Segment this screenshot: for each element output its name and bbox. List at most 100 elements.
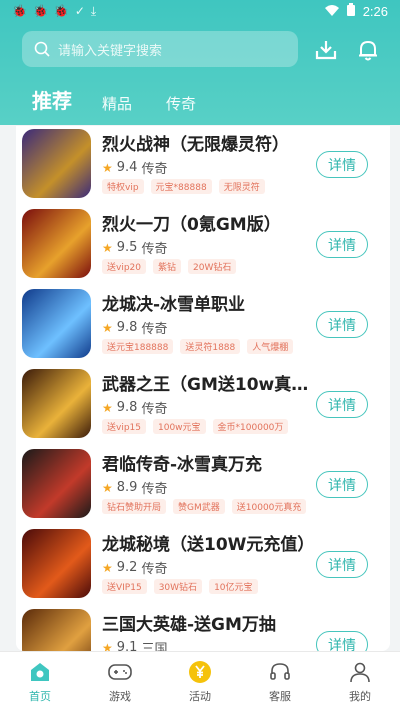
category-tabs: 推荐 精品 传奇 [32, 85, 230, 116]
game-icon[interactable] [22, 129, 91, 198]
game-tag: 10亿元宝 [209, 579, 258, 594]
nav-profile[interactable]: 我的 [320, 652, 400, 711]
game-icon[interactable] [22, 289, 91, 358]
game-tag: 送vip20 [102, 259, 146, 274]
details-button[interactable]: 详情 [316, 631, 368, 651]
game-tag: 无限灵符 [218, 179, 265, 194]
notification-icon: 🐞 [12, 4, 27, 18]
header: 🐞 🐞 🐞 ✓ ⤓ 2:26 请输入关键字搜索 推荐 精品 传奇 [0, 0, 400, 125]
star-icon: ★ [102, 400, 113, 415]
game-icon[interactable] [22, 529, 91, 598]
game-tag: 30W钻石 [153, 579, 203, 594]
star-icon: ★ [102, 160, 113, 175]
game-list-item[interactable]: 烈火一刀（0氪GM版） ★ 9.5 传奇送vip20 紫钻 20W钻石 详情 [16, 206, 390, 286]
game-title[interactable]: 烈火一刀（0氪GM版） [102, 210, 316, 235]
details-button[interactable]: 详情 [316, 551, 368, 578]
game-score: 9.8 [116, 320, 138, 335]
game-tag: 送元宝188888 [102, 339, 174, 354]
game-rating: ★ 9.2 传奇 [102, 558, 167, 577]
wifi-icon [324, 4, 339, 19]
game-tag: 人气爆棚 [247, 339, 294, 354]
game-score: 9.5 [116, 240, 138, 255]
game-rating: ★ 9.5 传奇 [102, 238, 167, 257]
star-icon: ★ [102, 560, 113, 575]
battery-icon [346, 3, 355, 19]
download-icon[interactable] [313, 37, 339, 63]
game-tag: 100w元宝 [153, 419, 206, 434]
star-icon: ★ [102, 320, 113, 335]
details-button[interactable]: 详情 [316, 471, 368, 498]
bottom-nav: 首页 游戏 活动 客服 我的 [0, 651, 400, 711]
game-category: 传奇 [141, 322, 168, 337]
tab-premium[interactable]: 精品 [102, 93, 132, 116]
game-icon[interactable] [22, 449, 91, 518]
check-icon: ✓ [74, 4, 85, 18]
game-tags: 送vip15 100w元宝 金币*100000万 [102, 419, 289, 434]
game-rating: ★ 9.1 三国 [102, 638, 167, 651]
yen-coin-icon [188, 660, 212, 684]
game-icon[interactable] [22, 609, 91, 651]
game-category: 传奇 [141, 562, 168, 577]
game-icon[interactable] [22, 369, 91, 438]
game-title[interactable]: 龙城秘境（送10W元充值） [102, 530, 316, 555]
notification-icon: 🐞 [32, 4, 48, 18]
game-list-item[interactable]: 烈火战神（无限爆灵符） ★ 9.4 传奇特权vip 元宝*88888 无限灵符 详情 [16, 126, 390, 206]
game-list-item[interactable]: 龙城决-冰雪单职业 ★ 9.8 传奇送元宝188888 送灵符1888 人气爆棚 详情 [16, 286, 390, 366]
search-input[interactable]: 请输入关键字搜索 [22, 31, 298, 67]
search-placeholder: 请输入关键字搜索 [58, 43, 163, 59]
details-button[interactable]: 详情 [316, 391, 368, 418]
star-icon: ★ [102, 480, 113, 495]
game-score: 9.1 [116, 640, 138, 651]
details-button[interactable]: 详情 [316, 151, 368, 178]
gamepad-icon [108, 660, 132, 684]
clock: 2:26 [362, 3, 388, 19]
game-tag: 送VIP15 [102, 579, 147, 594]
details-button[interactable]: 详情 [316, 311, 368, 338]
bell-icon[interactable] [355, 37, 381, 63]
game-rating: ★ 9.8 传奇 [102, 318, 167, 337]
game-title[interactable]: 三国大英雄-送GM万抽 [102, 610, 316, 635]
tab-recommend[interactable]: 推荐 [32, 85, 72, 116]
star-icon: ★ [102, 240, 113, 255]
game-list-item[interactable]: 龙城秘境（送10W元充值） ★ 9.2 传奇送VIP15 30W钻石 10亿元宝 详情 [16, 526, 390, 606]
game-category: 传奇 [141, 162, 168, 177]
game-list-item[interactable]: 武器之王（GM送10w真充... ★ 9.8 传奇送vip15 100w元宝 金币*100… [16, 366, 390, 446]
game-rating: ★ 9.8 传奇 [102, 398, 167, 417]
tab-legend[interactable]: 传奇 [166, 93, 196, 116]
game-title[interactable]: 君临传奇-冰雪真万充 [102, 450, 316, 475]
nav-home[interactable]: 首页 [0, 652, 80, 711]
game-tag: 特权vip [102, 179, 144, 194]
game-icon[interactable] [22, 209, 91, 278]
home-icon [28, 660, 52, 684]
game-list-item[interactable]: 三国大英雄-送GM万抽 ★ 9.1 三国 详情 [16, 606, 390, 651]
nav-games[interactable]: 游戏 [80, 652, 160, 711]
nav-home-label: 首页 [29, 690, 51, 703]
game-tag: 紫钻 [153, 259, 182, 274]
game-category: 传奇 [141, 482, 168, 497]
game-tags: 送VIP15 30W钻石 10亿元宝 [102, 579, 258, 594]
game-rating: ★ 9.4 传奇 [102, 158, 167, 177]
game-tags: 送元宝188888 送灵符1888 人气爆棚 [102, 339, 294, 354]
nav-activities[interactable]: 活动 [160, 652, 240, 711]
game-score: 9.8 [116, 400, 138, 415]
nav-support[interactable]: 客服 [240, 652, 320, 711]
status-bar: 🐞 🐞 🐞 ✓ ⤓ 2:26 [0, 0, 400, 22]
game-tags: 特权vip 元宝*88888 无限灵符 [102, 179, 265, 194]
game-title[interactable]: 烈火战神（无限爆灵符） [102, 130, 316, 155]
nav-support-label: 客服 [269, 690, 291, 703]
user-icon [348, 660, 372, 684]
game-title[interactable]: 武器之王（GM送10w真充... [102, 370, 316, 395]
game-category: 三国 [141, 642, 168, 651]
nav-profile-label: 我的 [349, 690, 371, 703]
game-score: 9.2 [116, 560, 138, 575]
notification-icon: 🐞 [53, 4, 69, 18]
game-category: 传奇 [141, 402, 168, 417]
details-button[interactable]: 详情 [316, 231, 368, 258]
star-icon: ★ [102, 640, 113, 652]
game-tag: 元宝*88888 [150, 179, 212, 194]
game-category: 传奇 [141, 242, 168, 257]
game-tag: 送灵符1888 [180, 339, 241, 354]
game-list-item[interactable]: 君临传奇-冰雪真万充 ★ 8.9 传奇 钻石赞助开局 赞GM武器 送10000元真充 详情 [16, 446, 390, 526]
game-title[interactable]: 龙城决-冰雪单职业 [102, 290, 316, 315]
game-tag: 20W钻石 [188, 259, 237, 274]
